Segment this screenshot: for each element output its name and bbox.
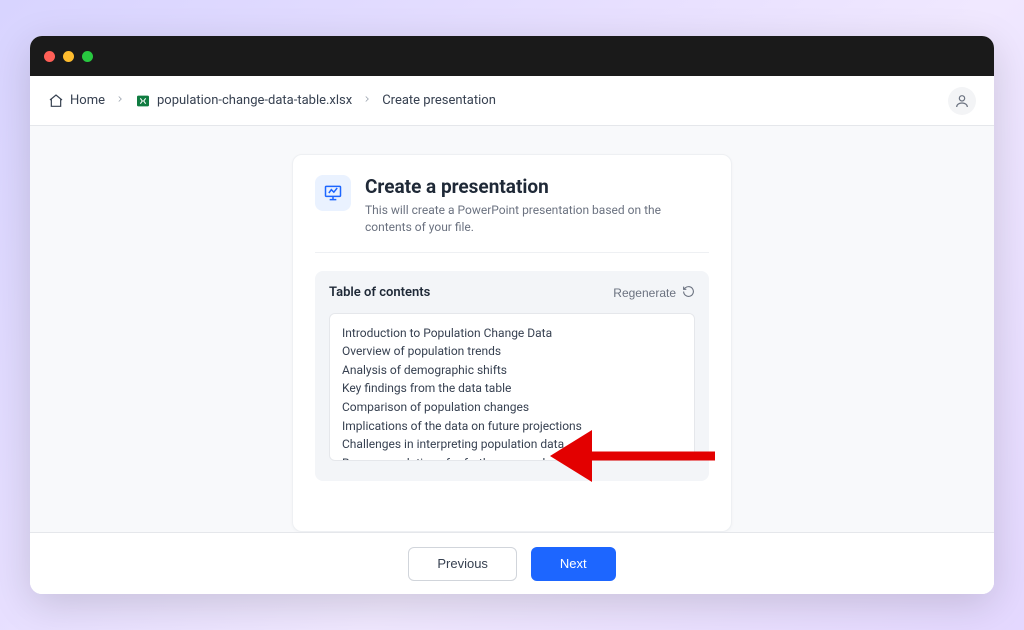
home-icon	[48, 93, 64, 109]
user-avatar[interactable]	[948, 87, 976, 115]
top-bar: Home population-change-data-table.xlsx C…	[30, 76, 994, 126]
window-close-dot[interactable]	[44, 51, 55, 62]
toc-panel: Table of contents Regenerate	[315, 271, 709, 481]
user-icon	[954, 93, 970, 109]
toc-heading: Table of contents	[329, 285, 430, 300]
regenerate-label: Regenerate	[613, 286, 676, 300]
window-zoom-dot[interactable]	[82, 51, 93, 62]
breadcrumb-current: Create presentation	[382, 93, 496, 108]
breadcrumb-home-label: Home	[70, 93, 105, 108]
window-minimize-dot[interactable]	[63, 51, 74, 62]
breadcrumb-file-label: population-change-data-table.xlsx	[157, 93, 352, 108]
excel-file-icon	[135, 93, 151, 109]
toc-header: Table of contents Regenerate	[329, 285, 695, 301]
toc-textarea[interactable]	[329, 313, 695, 461]
app-window: Home population-change-data-table.xlsx C…	[30, 36, 994, 594]
regenerate-button[interactable]: Regenerate	[613, 285, 695, 301]
footer-bar: Previous Next	[30, 532, 994, 594]
previous-button[interactable]: Previous	[408, 547, 517, 581]
window-titlebar	[30, 36, 994, 76]
scroll-area: Create a presentation This will create a…	[30, 126, 994, 532]
card-title: Create a presentation	[365, 175, 709, 198]
breadcrumb-current-label: Create presentation	[382, 93, 496, 108]
next-button[interactable]: Next	[531, 547, 616, 581]
main-content: Create a presentation This will create a…	[30, 126, 994, 594]
breadcrumb-file[interactable]: population-change-data-table.xlsx	[135, 93, 352, 109]
chevron-right-icon	[362, 93, 372, 108]
card-header: Create a presentation This will create a…	[315, 175, 709, 253]
next-label: Next	[560, 556, 587, 571]
create-presentation-card: Create a presentation This will create a…	[292, 154, 732, 532]
breadcrumb: Home population-change-data-table.xlsx C…	[48, 93, 496, 109]
presentation-icon	[315, 175, 351, 211]
previous-label: Previous	[437, 556, 488, 571]
chevron-right-icon	[115, 93, 125, 108]
card-subtitle: This will create a PowerPoint presentati…	[365, 202, 709, 236]
refresh-icon	[682, 285, 695, 301]
breadcrumb-home[interactable]: Home	[48, 93, 105, 109]
